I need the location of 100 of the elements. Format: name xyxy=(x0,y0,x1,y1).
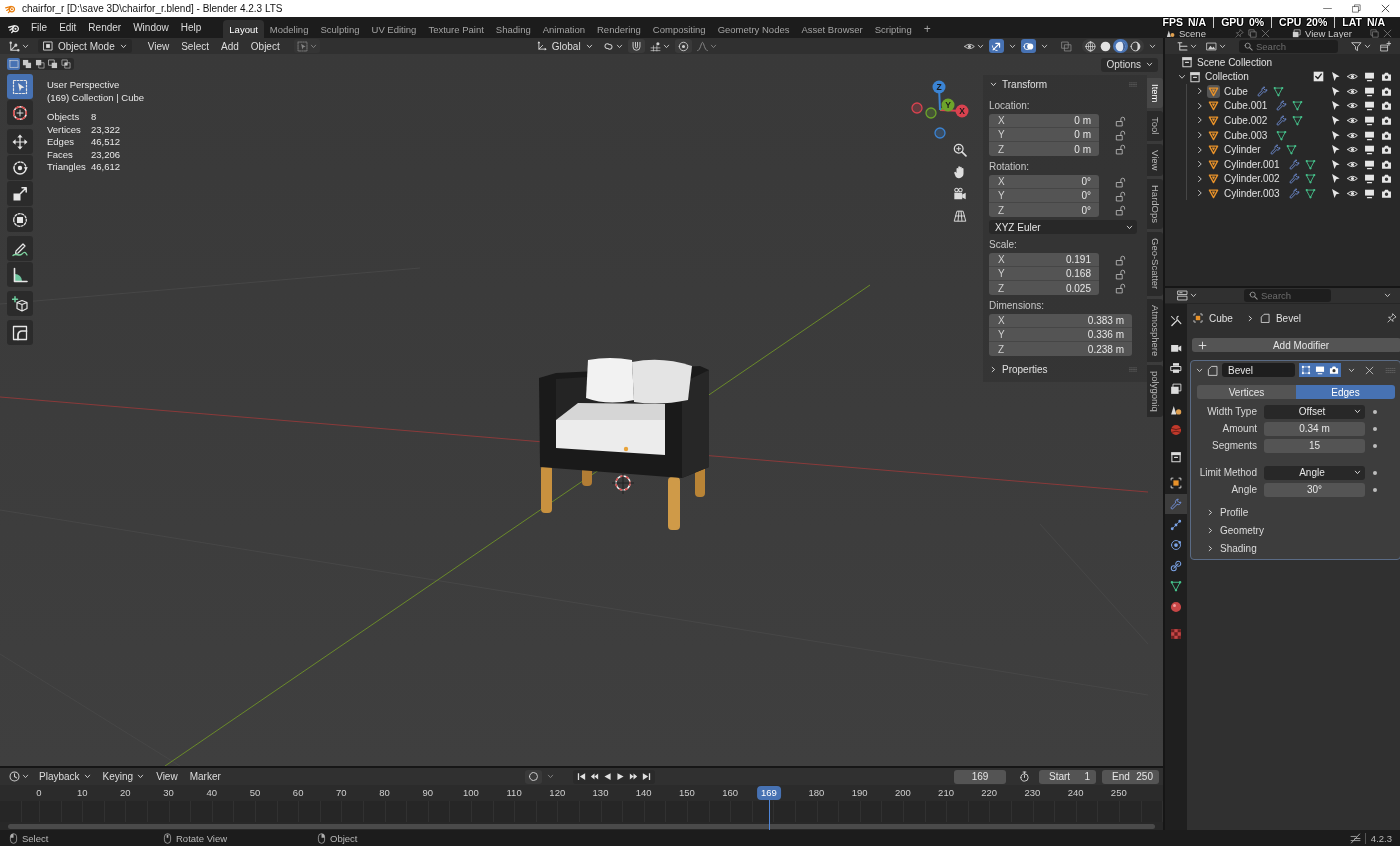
sidebar-tab[interactable]: Geo-Scatter xyxy=(1147,232,1163,296)
dropdown[interactable]: Offset xyxy=(1264,404,1365,419)
subpanel-header[interactable]: Shading xyxy=(1191,539,1400,557)
object-name[interactable]: Cylinder xyxy=(1224,144,1261,156)
workspace-tab[interactable]: Geometry Nodes xyxy=(711,20,796,38)
workspace-tab[interactable]: Rendering xyxy=(591,20,647,38)
viewport-toggle[interactable] xyxy=(1313,363,1327,377)
open-lock-icon[interactable] xyxy=(1115,204,1126,216)
object-name[interactable]: Cylinder.001 xyxy=(1224,158,1280,170)
number-field[interactable]: Y 0.336 m xyxy=(989,328,1132,342)
menu-item[interactable]: Window xyxy=(127,19,175,36)
zoom-button[interactable] xyxy=(951,141,969,159)
pointer-icon[interactable] xyxy=(1330,114,1341,126)
number-field[interactable]: Y 0 m xyxy=(989,128,1099,142)
start-frame-field[interactable]: Start 1 xyxy=(1039,769,1096,784)
workspace-tab[interactable]: Modeling xyxy=(263,20,315,38)
number-field[interactable]: Y 0.168 xyxy=(989,267,1099,281)
caret-icon[interactable] xyxy=(1178,72,1186,81)
snap-toggle[interactable] xyxy=(627,39,645,53)
pointer-icon[interactable] xyxy=(1330,85,1341,97)
sidebar-tab[interactable]: HardOps xyxy=(1147,179,1163,230)
dot-icon[interactable] xyxy=(1373,426,1377,431)
tool-button[interactable] xyxy=(7,129,33,154)
workspace-tab[interactable]: Animation xyxy=(536,20,591,38)
workspace-tab[interactable]: Compositing xyxy=(646,20,712,38)
current-frame-field[interactable]: 169 xyxy=(954,769,1006,784)
number-field[interactable]: Z 0.238 m xyxy=(989,342,1132,356)
number-field[interactable]: 0.34 m xyxy=(1264,421,1365,436)
xray-toggle[interactable] xyxy=(1059,39,1074,53)
workspace-tab[interactable]: Texture Paint xyxy=(422,20,490,38)
view-layer-selector[interactable]: View Layer xyxy=(1292,28,1392,38)
menu-item[interactable]: View xyxy=(141,39,176,53)
caret-icon[interactable] xyxy=(1196,160,1204,169)
pointer-icon[interactable] xyxy=(1330,187,1341,199)
select-tool-dropdown[interactable] xyxy=(293,39,320,53)
menu-item[interactable]: Select xyxy=(175,39,215,53)
monitor-icon[interactable] xyxy=(1364,100,1375,112)
workspace-tab[interactable]: UV Editing xyxy=(365,20,423,38)
timeline-scrollbar[interactable] xyxy=(8,823,1155,829)
pin-icon[interactable] xyxy=(1387,313,1397,323)
render-toggle[interactable] xyxy=(1327,363,1341,377)
edit-mode-toggle[interactable] xyxy=(1299,363,1313,377)
monitor-icon[interactable] xyxy=(1364,71,1375,83)
shading-button[interactable] xyxy=(1128,39,1143,53)
sidebar-tab[interactable]: Item xyxy=(1147,78,1163,109)
select-mode-button[interactable] xyxy=(59,58,72,70)
orientation-dropdown[interactable]: Global xyxy=(531,39,598,53)
sidebar-tab[interactable]: View xyxy=(1147,143,1163,177)
object-name[interactable]: Cube.001 xyxy=(1224,100,1268,112)
dropdown[interactable]: Angle xyxy=(1264,465,1365,480)
checkbox[interactable] xyxy=(1313,71,1324,83)
shading-button[interactable] xyxy=(1113,39,1128,53)
number-field[interactable]: Z 0° xyxy=(989,203,1099,217)
options-dropdown[interactable]: Options xyxy=(1100,57,1158,72)
mode-dropdown[interactable]: Object Mode xyxy=(38,39,132,53)
number-field[interactable]: Y 0° xyxy=(989,189,1099,203)
tool-button[interactable] xyxy=(7,236,33,261)
segment-button[interactable]: Vertices xyxy=(1197,385,1296,399)
monitor-icon[interactable] xyxy=(1364,85,1375,97)
number-field[interactable]: X 0° xyxy=(989,175,1099,189)
pointer-icon[interactable] xyxy=(1330,129,1341,141)
camera-icon[interactable] xyxy=(1381,100,1392,112)
number-field[interactable]: Z 0 m xyxy=(989,142,1099,156)
camera-icon[interactable] xyxy=(1381,129,1392,141)
subpanel-header[interactable]: Profile xyxy=(1191,503,1400,521)
gizmo-toggle[interactable] xyxy=(989,39,1004,53)
caret-icon[interactable] xyxy=(1196,145,1204,154)
object-name[interactable]: Cube.003 xyxy=(1224,129,1268,141)
menu-item[interactable]: Marker xyxy=(184,769,226,784)
workspace-tab[interactable]: Sculpting xyxy=(314,20,366,38)
camera-icon[interactable] xyxy=(1381,173,1392,185)
camera-icon[interactable] xyxy=(1381,85,1392,97)
collection-name[interactable]: Scene Collection xyxy=(1197,56,1273,68)
number-field[interactable]: X 0.383 m xyxy=(989,314,1132,328)
workspace-tab[interactable]: Layout xyxy=(223,20,264,38)
dot-icon[interactable] xyxy=(1373,443,1377,448)
tool-button[interactable] xyxy=(7,320,33,345)
object-name[interactable]: Cylinder.003 xyxy=(1224,187,1280,199)
rotation-mode-dropdown[interactable]: XYZ Euler xyxy=(989,220,1137,234)
select-mode-button[interactable] xyxy=(46,58,59,70)
proportional-editing-toggle[interactable] xyxy=(674,39,692,53)
axis-ball[interactable] xyxy=(955,104,969,118)
caret-icon[interactable] xyxy=(1196,101,1204,110)
pointer-icon[interactable] xyxy=(1330,158,1341,170)
open-lock-icon[interactable] xyxy=(1115,115,1126,127)
select-mode-button[interactable] xyxy=(33,58,46,70)
menu-item[interactable]: Keying xyxy=(97,769,150,784)
playhead[interactable]: 169 xyxy=(757,786,781,800)
search-field[interactable]: Search xyxy=(1239,39,1338,53)
monitor-icon[interactable] xyxy=(1364,187,1375,199)
navigation-gizmo[interactable]: X Y Z xyxy=(910,78,970,140)
tool-button[interactable] xyxy=(7,155,33,180)
number-field[interactable]: 15 xyxy=(1264,438,1365,453)
caret-icon[interactable] xyxy=(1196,366,1203,374)
select-mode-button[interactable] xyxy=(7,58,20,70)
dot-icon[interactable] xyxy=(1373,470,1377,475)
sidebar-tab[interactable]: Atmosphere xyxy=(1147,298,1163,362)
monitor-icon[interactable] xyxy=(1364,173,1375,185)
object-name[interactable]: Cube xyxy=(1224,85,1248,97)
menu-item[interactable]: Object xyxy=(244,39,286,53)
